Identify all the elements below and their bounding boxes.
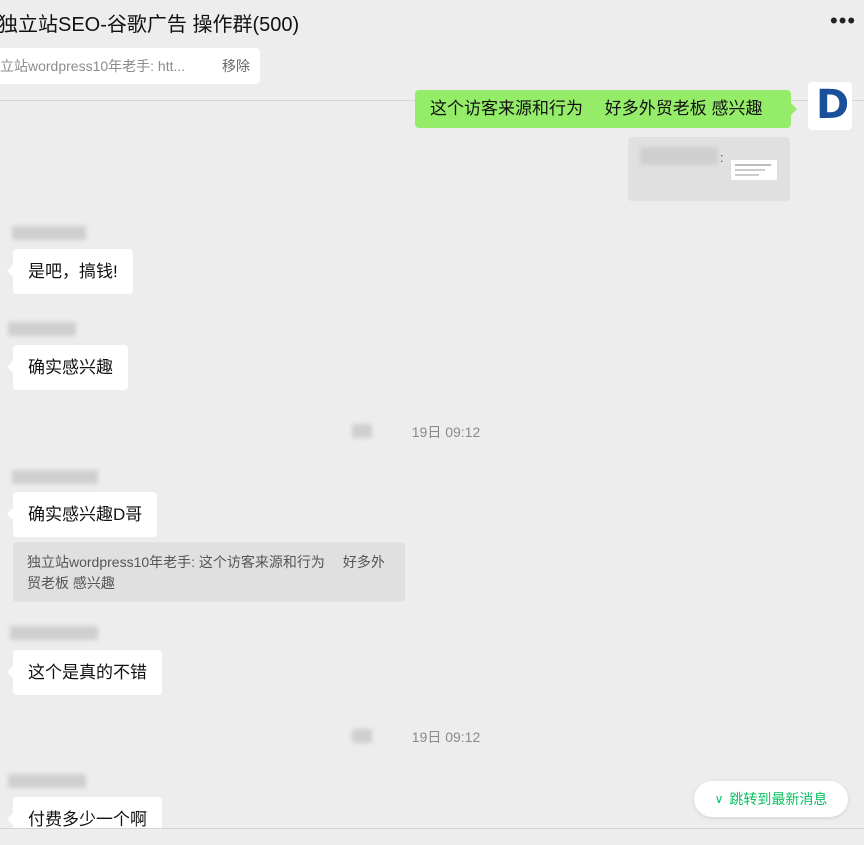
sender-name-blurred [8, 322, 76, 336]
thumb-line [735, 164, 771, 166]
double-chevron-down-icon: ∨ [714, 792, 724, 806]
sender-name-blurred [10, 626, 98, 640]
avatar-letter: D [816, 82, 850, 128]
sender-name-blurred [8, 774, 86, 788]
timestamp: 19日 09:12 [411, 729, 481, 745]
input-area-divider [0, 828, 864, 845]
message-bubble[interactable]: 这个是真的不错 [7, 650, 162, 695]
thumb-line [735, 169, 765, 171]
self-avatar[interactable]: D [808, 82, 852, 130]
self-message-bubble[interactable]: 这个访客来源和行为 好多外贸老板 感兴趣 [415, 90, 797, 128]
self-quote-card[interactable]: : [628, 137, 790, 201]
pinned-message-card[interactable]: 立站wordpress10年老手: htt... 移除 [0, 48, 260, 84]
message-bubble[interactable]: 确实感兴趣D哥 [6, 492, 158, 537]
quote-colon: : [720, 150, 724, 165]
thumb-line [735, 174, 759, 176]
remove-pin-button[interactable]: 移除 [222, 56, 250, 76]
jump-to-latest-label: 跳转到最新消息 [729, 791, 828, 807]
chat-header: 独立站SEO-谷歌广告 操作群(500) ••• 立站wordpress10年老… [0, 0, 864, 101]
message-bubble[interactable]: 确实感兴趣 [7, 345, 128, 390]
sender-name-blurred [12, 470, 98, 484]
timestamp: 19日 09:12 [411, 424, 481, 440]
jump-to-latest-button[interactable]: ∨ 跳转到最新消息 [694, 781, 848, 817]
message-bubble[interactable]: 是吧，搞钱! [7, 249, 133, 294]
quoted-reply[interactable]: 独立站wordpress10年老手: 这个访客来源和行为 好多外贸老板 感兴趣 [13, 542, 405, 602]
quote-image-thumbnail[interactable] [730, 159, 778, 181]
blurred-name [640, 147, 718, 165]
sender-name-blurred [12, 226, 86, 240]
pinned-message-text[interactable]: 立站wordpress10年老手: htt... [0, 56, 208, 76]
chat-title: 独立站SEO-谷歌广告 操作群(500) [0, 14, 300, 36]
more-horizontal-icon[interactable]: ••• [830, 10, 856, 36]
